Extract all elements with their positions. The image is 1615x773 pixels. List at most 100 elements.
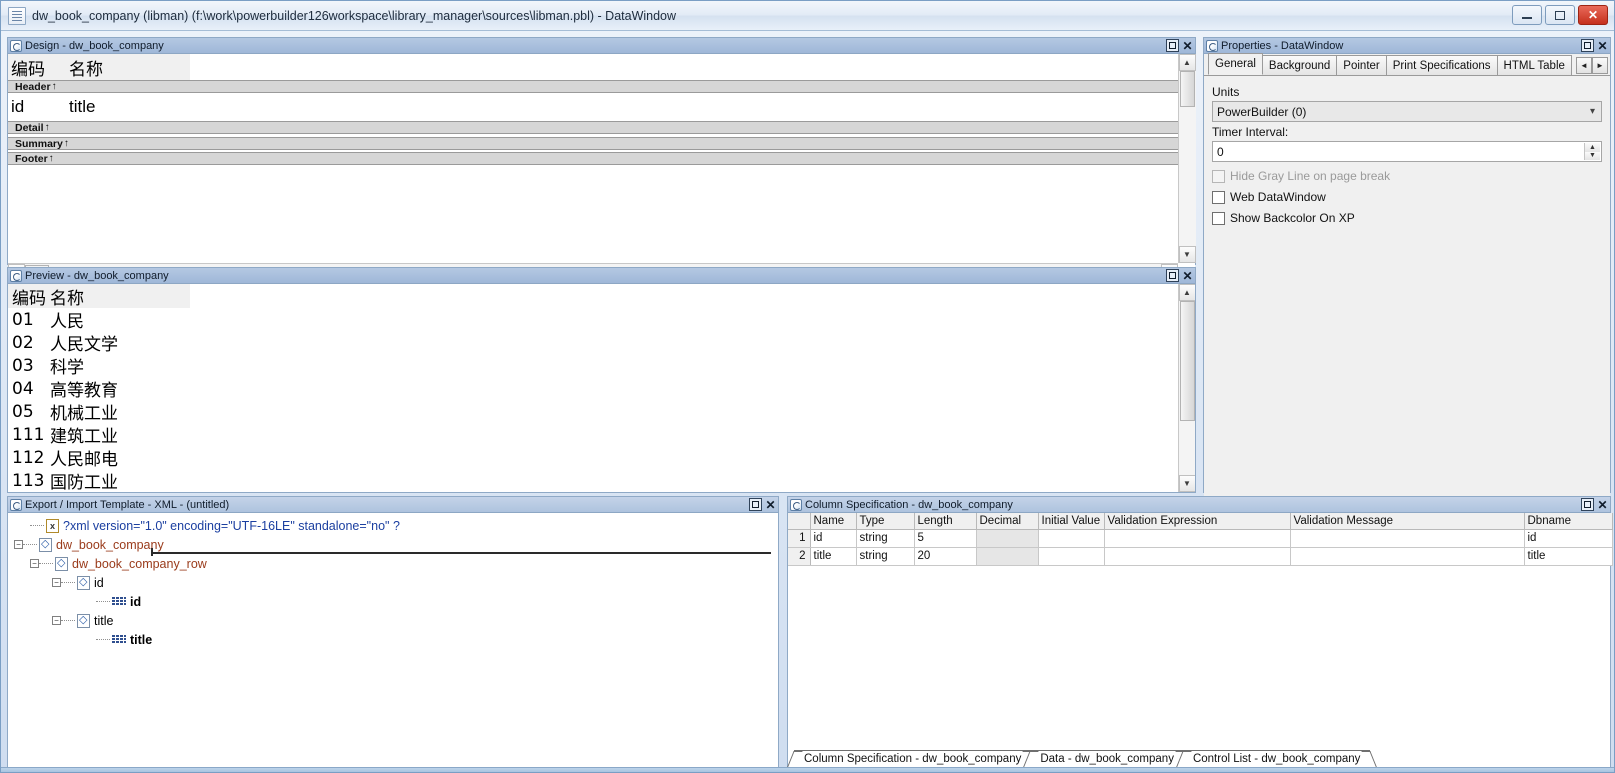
properties-pane-titlebar[interactable]: Properties - DataWindow ✕ [1204,38,1610,54]
preview-row[interactable]: 04 高等教育 [8,377,1195,402]
tab-print-specifications[interactable]: Print Specifications [1385,55,1498,75]
band-label-detail[interactable]: Detail ↑ [8,121,1195,134]
design-column-id[interactable]: id [8,93,66,121]
table-row[interactable]: 2 title string 20 title [788,547,1613,566]
bottom-tab-data[interactable]: Data - dw_book_company [1030,750,1184,767]
preview-pane-titlebar[interactable]: Preview - dw_book_company ✕ [8,268,1195,284]
column-specification-table[interactable]: Name Type Length Decimal Initial Value V… [788,513,1613,566]
cell-initial-value[interactable] [1038,529,1105,548]
design-header-text-title[interactable]: 名称 [66,54,190,80]
maximize-button[interactable] [1545,5,1575,25]
spinner-down-icon[interactable]: ▼ [1585,151,1600,160]
preview-row[interactable]: 113 国防工业 [8,469,1195,493]
design-vscroll-track[interactable] [1178,71,1196,246]
timer-interval-input[interactable]: 0 ▲ ▼ [1212,141,1602,162]
preview-vscroll-thumb[interactable] [1179,301,1195,421]
units-dropdown[interactable]: PowerBuilder (0) ▾ [1212,101,1602,122]
scroll-down-icon[interactable]: ▼ [1178,475,1195,492]
bottom-tab-control-list[interactable]: Control List - dw_book_company [1182,750,1371,767]
tab-scroll-right-icon[interactable]: ► [1592,57,1608,74]
tab-background[interactable]: Background [1261,55,1338,75]
scroll-down-icon[interactable]: ▼ [1178,246,1196,263]
tree-twisty-collapse[interactable]: − [52,578,61,587]
preview-close-button[interactable]: ✕ [1181,269,1194,282]
tab-html-table[interactable]: HTML Table [1496,55,1572,75]
col-header-rownum[interactable] [788,513,811,530]
preview-vscroll-track[interactable] [1178,301,1195,475]
band-label-footer[interactable]: Footer ↑ [8,152,1195,165]
colspec-pane-titlebar[interactable]: Column Specification - dw_book_company ✕ [788,497,1610,513]
tree-node-dw-book-company-row[interactable]: − dw_book_company_row [14,554,778,573]
tree-node-title-element[interactable]: − title [14,611,778,630]
col-header-validation-message[interactable]: Validation Message [1290,513,1525,530]
design-column-title[interactable]: title [66,93,190,121]
design-vertical-scrollbar[interactable]: ▲ ▼ [1178,54,1196,263]
cell-validation-message[interactable] [1290,547,1525,566]
timer-spinner[interactable]: ▲ ▼ [1584,143,1600,160]
tab-general[interactable]: General [1208,53,1263,75]
preview-row[interactable]: 111 建筑工业 [8,423,1195,448]
checkbox-web-datawindow[interactable]: Web DataWindow [1212,190,1602,204]
preview-row[interactable]: 05 机械工业 [8,400,1195,425]
col-header-name[interactable]: Name [810,513,857,530]
preview-vertical-scrollbar[interactable]: ▲ ▼ [1178,284,1195,492]
checkbox-show-backcolor-on-xp[interactable]: Show Backcolor On XP [1212,211,1602,225]
tree-twisty-collapse[interactable]: − [14,540,23,549]
cell-validation-expression[interactable] [1104,547,1291,566]
design-restore-button[interactable] [1166,39,1179,52]
col-header-length[interactable]: Length [914,513,977,530]
cell-validation-message[interactable] [1290,529,1525,548]
tree-node-id-element[interactable]: − id [14,573,778,592]
colspec-grid-container[interactable]: Name Type Length Decimal Initial Value V… [788,513,1613,767]
band-label-summary[interactable]: Summary ↑ [8,137,1195,150]
cell-name[interactable]: title [810,547,857,566]
col-header-decimal[interactable]: Decimal [976,513,1039,530]
col-header-type[interactable]: Type [856,513,915,530]
col-header-validation-expression[interactable]: Validation Expression [1104,513,1291,530]
spinner-up-icon[interactable]: ▲ [1585,143,1600,152]
colspec-close-button[interactable]: ✕ [1596,498,1609,511]
tree-twisty-collapse[interactable]: − [30,559,39,568]
xml-restore-button[interactable] [749,498,762,511]
tree-twisty-collapse[interactable]: − [52,616,61,625]
col-header-dbname[interactable]: Dbname [1524,513,1613,530]
xml-pane-titlebar[interactable]: Export / Import Template - XML - (untitl… [8,497,778,513]
preview-row[interactable]: 02 人民文学 [8,331,1195,356]
preview-restore-button[interactable] [1166,269,1179,282]
cell-length[interactable]: 5 [914,529,977,548]
table-row[interactable]: 1 id string 5 id [788,529,1613,548]
design-close-button[interactable]: ✕ [1181,39,1194,52]
tree-node-id-column[interactable]: id [14,592,778,611]
xml-close-button[interactable]: ✕ [764,498,777,511]
scroll-up-icon[interactable]: ▲ [1178,284,1195,301]
design-pane-titlebar[interactable]: Design - dw_book_company ✕ [8,38,1195,54]
tab-scroll-left-icon[interactable]: ◄ [1576,57,1592,74]
preview-body[interactable]: 编码 名称 01 人民 02 人民文学 03 科学 04 高等教育 05 机械工业 111… [8,284,1195,492]
design-vscroll-thumb[interactable] [1179,71,1195,107]
design-header-text-id[interactable]: 编码 [8,54,66,80]
design-canvas[interactable]: 编码 名称 Header ↑ id title Detail ↑ Summary ↑ … [8,54,1196,281]
col-header-initial-value[interactable]: Initial Value [1038,513,1105,530]
xml-template-tree[interactable]: x ?xml version="1.0" encoding="UTF-16LE"… [8,513,778,649]
cell-initial-value[interactable] [1038,547,1105,566]
cell-validation-expression[interactable] [1104,529,1291,548]
properties-close-button[interactable]: ✕ [1596,39,1609,52]
preview-row[interactable]: 03 科学 [8,354,1195,379]
cell-dbname[interactable]: title [1524,547,1613,566]
bottom-tab-column-specification[interactable]: Column Specification - dw_book_company [794,750,1032,767]
cell-length[interactable]: 20 [914,547,977,566]
tab-pointer[interactable]: Pointer [1336,55,1387,75]
close-button[interactable]: ✕ [1578,5,1608,25]
cell-type[interactable]: string [856,547,915,566]
colspec-restore-button[interactable] [1581,498,1594,511]
properties-restore-button[interactable] [1581,39,1594,52]
cell-type[interactable]: string [856,529,915,548]
tree-node-xml-declaration[interactable]: x ?xml version="1.0" encoding="UTF-16LE"… [14,516,778,535]
preview-row[interactable]: 112 人民邮电 [8,446,1195,471]
preview-row[interactable]: 01 人民 [8,308,1195,333]
band-label-header[interactable]: Header ↑ [8,80,1195,93]
tree-node-title-column[interactable]: title [14,630,778,649]
scroll-up-icon[interactable]: ▲ [1178,54,1196,71]
cell-name[interactable]: id [810,529,857,548]
cell-dbname[interactable]: id [1524,529,1613,548]
